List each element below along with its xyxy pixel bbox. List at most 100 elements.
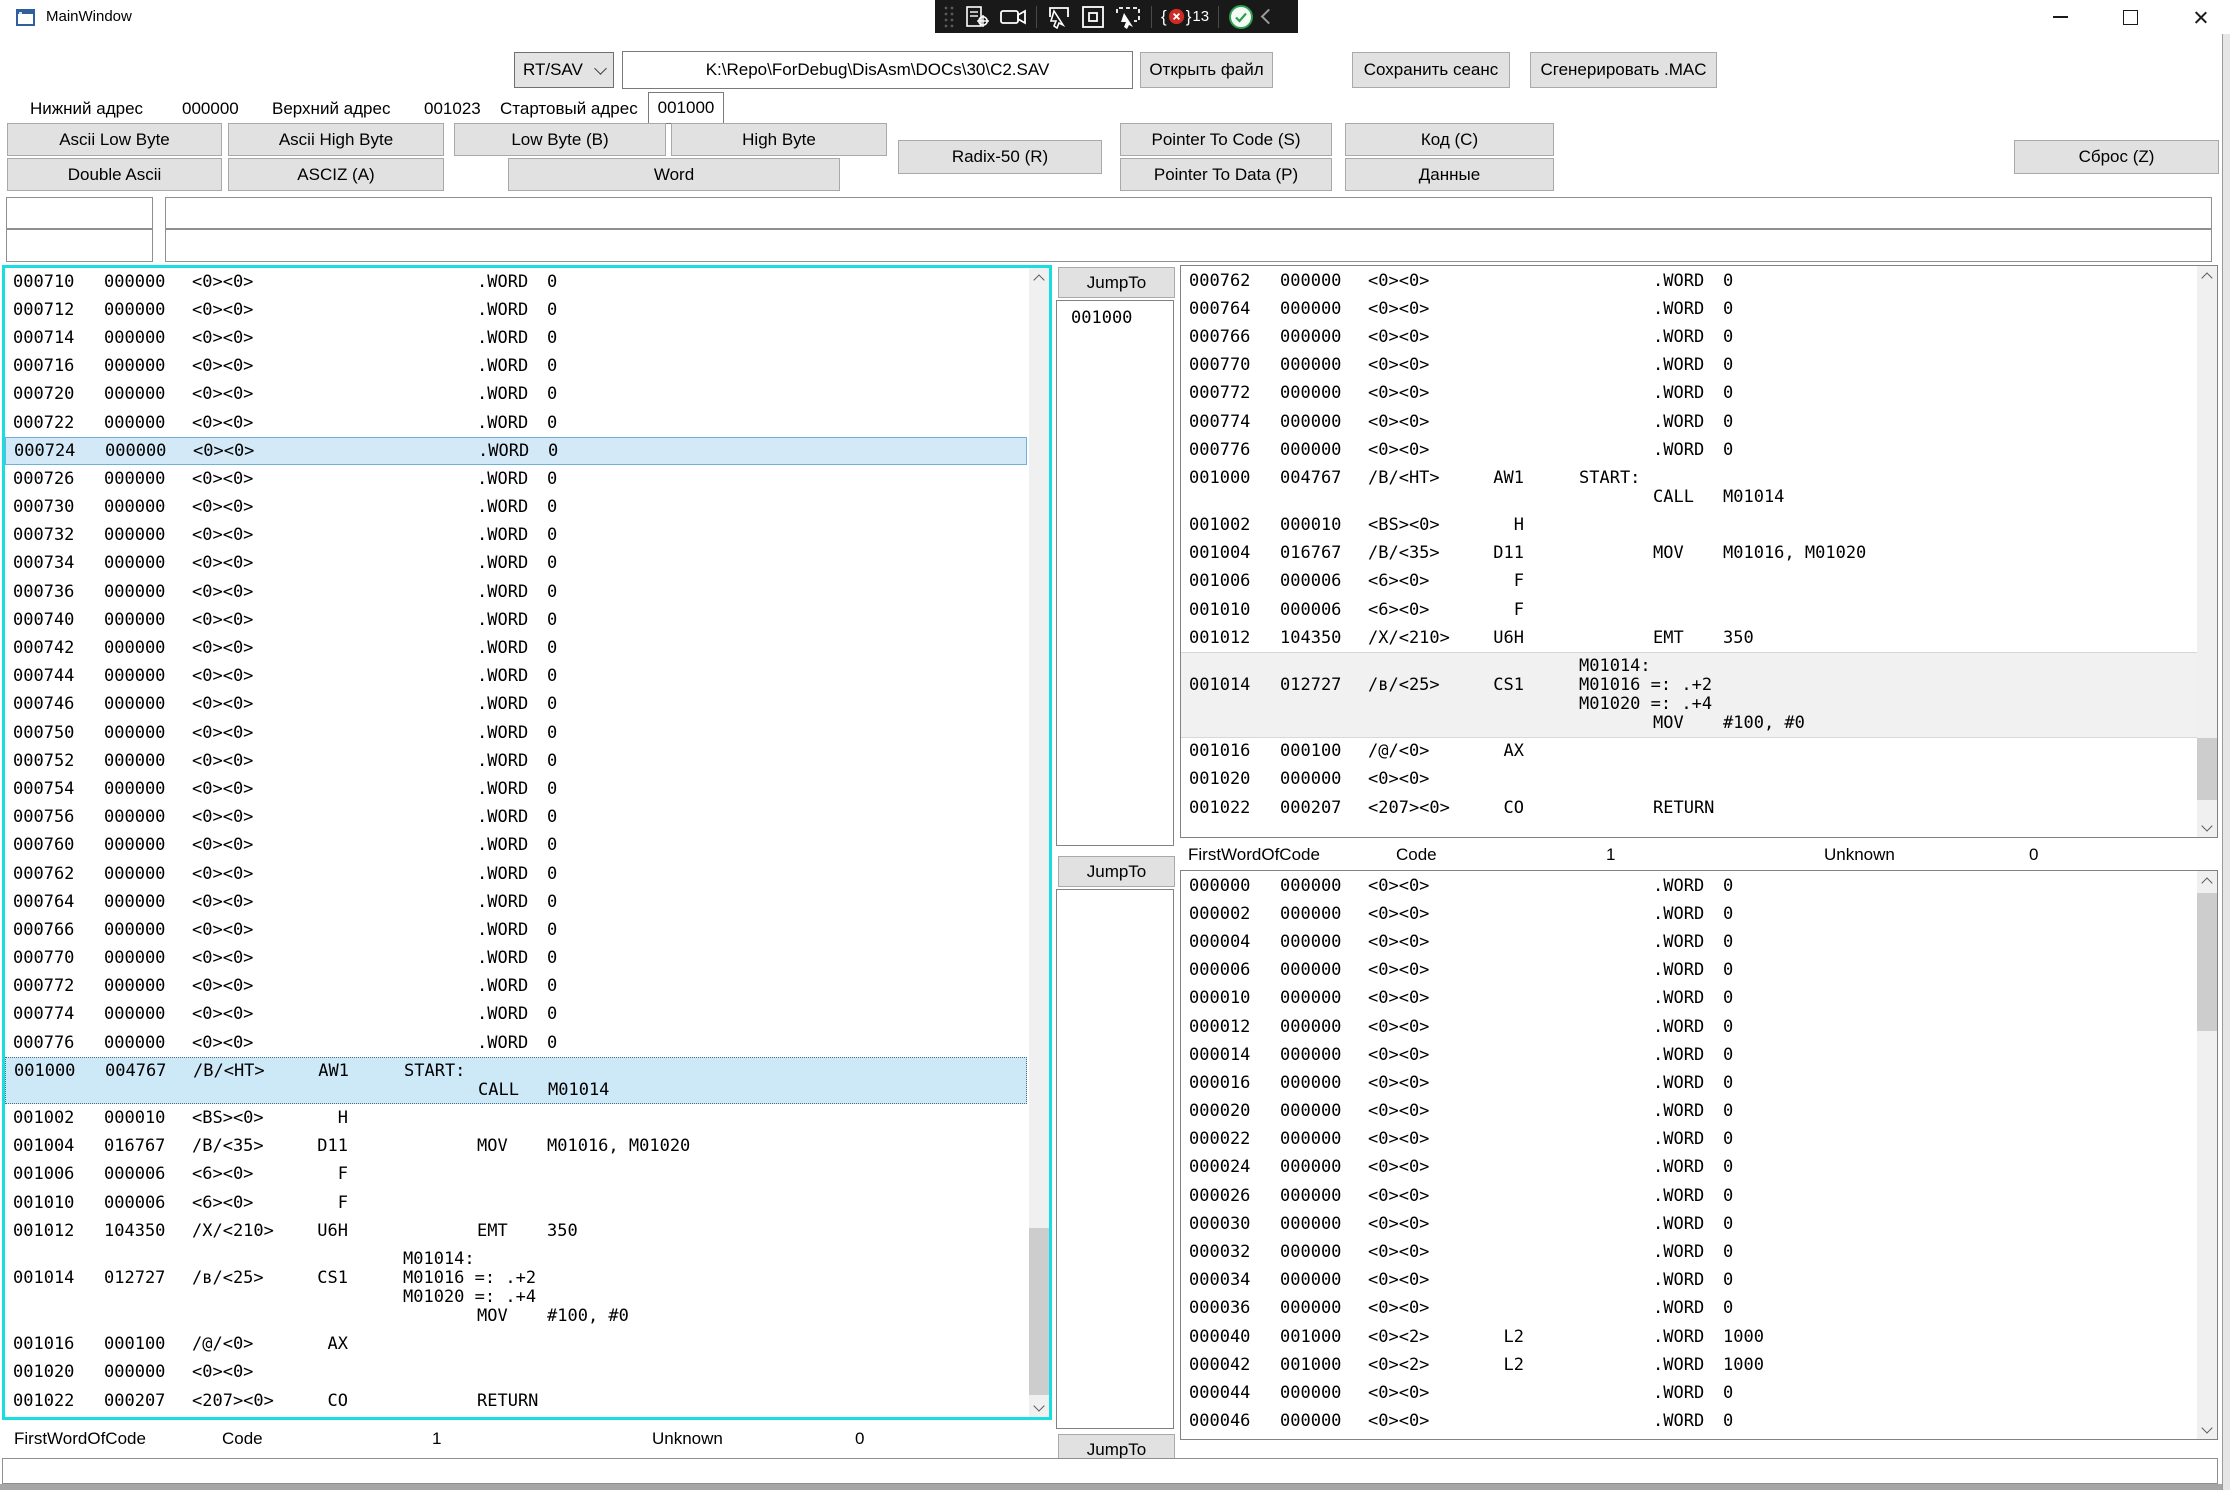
listing-row[interactable]: 001012104350/X/<210>U6HEMT350 <box>1181 624 2197 652</box>
video-camera-icon[interactable] <box>999 6 1027 28</box>
minimize-button[interactable] <box>2032 0 2088 34</box>
listing-row[interactable]: 000742000000<0><0>.WORD0 <box>5 634 1027 662</box>
scrollbar-thumb[interactable] <box>1029 1228 1049 1395</box>
listing-row[interactable]: 001016000100/@/<0>AX <box>1181 738 2197 766</box>
listing-row[interactable]: 000040001000<0><2>L2.WORD1000 <box>1181 1323 2197 1351</box>
listing-row[interactable]: 000776000000<0><0>.WORD0 <box>5 1029 1027 1057</box>
top-right-scrollbar[interactable] <box>2197 266 2217 837</box>
listing-row[interactable]: 000010000000<0><0>.WORD0 <box>1181 985 2197 1013</box>
listing-row[interactable]: 000726000000<0><0>.WORD0 <box>5 465 1027 493</box>
scroll-down-button[interactable] <box>2197 1419 2217 1439</box>
listing-row[interactable]: 000030000000<0><0>.WORD0 <box>1181 1210 2197 1238</box>
file-path-input[interactable] <box>622 51 1133 89</box>
listing-row[interactable]: 000772000000<0><0>.WORD0 <box>5 973 1027 1001</box>
low-byte-button[interactable]: Low Byte (B) <box>454 123 666 156</box>
collapse-toolbar-icon[interactable] <box>1261 9 1277 25</box>
listing-row[interactable]: 000046000000<0><0>.WORD0 <box>1181 1408 2197 1436</box>
listing-row[interactable]: 000776000000<0><0>.WORD0 <box>1181 436 2197 464</box>
ascii-low-byte-button[interactable]: Ascii Low Byte <box>7 123 222 156</box>
listing-row[interactable]: 000036000000<0><0>.WORD0 <box>1181 1295 2197 1323</box>
jumpto-list-2[interactable] <box>1056 889 1174 1429</box>
listing-row[interactable]: 000772000000<0><0>.WORD0 <box>1181 380 2197 408</box>
scrollbar-thumb[interactable] <box>2197 738 2217 800</box>
double-ascii-button[interactable]: Double Ascii <box>7 158 222 191</box>
listing-row[interactable]: 001004016767/B/<35>D11MOVM01016, M01020 <box>5 1133 1027 1161</box>
cursor-capture-icon[interactable] <box>1046 5 1072 29</box>
listing-row[interactable]: 000006000000<0><0>.WORD0 <box>1181 957 2197 985</box>
generate-mac-button[interactable]: Сгенерировать .MAC <box>1530 52 1717 88</box>
listing-row[interactable]: 000714000000<0><0>.WORD0 <box>5 324 1027 352</box>
listing-row[interactable]: 000014000000<0><0>.WORD0 <box>1181 1041 2197 1069</box>
start-address-input[interactable] <box>648 92 724 124</box>
listing-row[interactable]: 000026000000<0><0>.WORD0 <box>1181 1182 2197 1210</box>
listing-row[interactable]: 000744000000<0><0>.WORD0 <box>5 663 1027 691</box>
bottom-right-scrollbar[interactable] <box>2197 871 2217 1439</box>
listing-row[interactable]: 000762000000<0><0>.WORD0 <box>5 860 1027 888</box>
save-session-button[interactable]: Сохранить сеанс <box>1352 52 1510 88</box>
asciz-button[interactable]: ASCIZ (A) <box>228 158 444 191</box>
left-disassembly-listing[interactable]: 000710000000<0><0>.WORD0000712000000<0><… <box>5 268 1027 1417</box>
listing-row[interactable]: 000002000000<0><0>.WORD0 <box>1181 900 2197 928</box>
listing-row[interactable]: 000774000000<0><0>.WORD0 <box>5 1001 1027 1029</box>
listing-row[interactable]: 000774000000<0><0>.WORD0 <box>1181 408 2197 436</box>
listing-row[interactable]: 001000004767/B/<HT>AW1START:CALLM01014 <box>1181 464 2197 511</box>
listing-row[interactable]: 001006000006<6><0>F <box>5 1161 1027 1189</box>
listing-row[interactable]: 000760000000<0><0>.WORD0 <box>5 832 1027 860</box>
listing-row[interactable]: 000740000000<0><0>.WORD0 <box>5 606 1027 634</box>
pointer-to-code-button[interactable]: Pointer To Code (S) <box>1120 123 1332 156</box>
listing-row[interactable]: 001020000000<0><0> <box>5 1359 1027 1387</box>
listing-row[interactable]: 000020000000<0><0>.WORD0 <box>1181 1098 2197 1126</box>
listing-row[interactable]: 000762000000<0><0>.WORD0 <box>1181 267 2197 295</box>
listing-row[interactable]: 001022000207<207><0>CORETURN <box>1181 794 2197 822</box>
listing-row[interactable]: 000764000000<0><0>.WORD0 <box>5 888 1027 916</box>
high-byte-button[interactable]: High Byte <box>671 123 887 156</box>
listing-row[interactable]: 000770000000<0><0>.WORD0 <box>5 945 1027 973</box>
word-button[interactable]: Word <box>508 158 840 191</box>
ascii-high-byte-button[interactable]: Ascii High Byte <box>228 123 444 156</box>
listing-row[interactable]: 000730000000<0><0>.WORD0 <box>5 494 1027 522</box>
listing-row[interactable]: 000032000000<0><0>.WORD0 <box>1181 1238 2197 1266</box>
scrollbar-thumb[interactable] <box>2197 893 2217 1031</box>
scroll-down-button[interactable] <box>2197 817 2217 837</box>
listing-row[interactable]: 000732000000<0><0>.WORD0 <box>5 522 1027 550</box>
listing-row[interactable]: 000004000000<0><0>.WORD0 <box>1181 928 2197 956</box>
listing-row[interactable]: 001010000006<6><0>F <box>5 1189 1027 1217</box>
pointer-to-data-button[interactable]: Pointer To Data (P) <box>1120 158 1332 191</box>
listing-row[interactable]: 000044000000<0><0>.WORD0 <box>1181 1379 2197 1407</box>
listing-row[interactable]: 000710000000<0><0>.WORD0 <box>5 268 1027 296</box>
listing-row[interactable]: 000012000000<0><0>.WORD0 <box>1181 1013 2197 1041</box>
listing-row[interactable]: 000734000000<0><0>.WORD0 <box>5 550 1027 578</box>
scroll-up-button[interactable] <box>2197 266 2217 286</box>
errors-badge[interactable]: { } 13 <box>1161 7 1209 27</box>
listing-row[interactable]: 000000000000<0><0>.WORD0 <box>1181 872 2197 900</box>
confirm-check-icon[interactable] <box>1228 4 1254 30</box>
inspect-document-icon[interactable] <box>964 5 990 29</box>
data-button[interactable]: Данные <box>1345 158 1554 191</box>
listing-row[interactable]: 000754000000<0><0>.WORD0 <box>5 775 1027 803</box>
listing-row[interactable]: 000042001000<0><2>L2.WORD1000 <box>1181 1351 2197 1379</box>
open-file-button[interactable]: Открыть файл <box>1140 52 1273 88</box>
jumpto-list-1[interactable]: 001000 <box>1056 300 1174 846</box>
listing-row[interactable]: 001020000000<0><0> <box>1181 766 2197 794</box>
listing-row[interactable]: M01014:001014012727/в/<25>CS1M01016 =: .… <box>1181 652 2197 737</box>
left-panel-scrollbar[interactable] <box>1029 268 1049 1417</box>
scroll-up-button[interactable] <box>2197 871 2217 891</box>
listing-row[interactable]: 001002000010<BS><0>H <box>5 1104 1027 1132</box>
listing-row[interactable]: 000750000000<0><0>.WORD0 <box>5 719 1027 747</box>
listing-row[interactable]: 000756000000<0><0>.WORD0 <box>5 804 1027 832</box>
listing-row[interactable]: 000722000000<0><0>.WORD0 <box>5 409 1027 437</box>
listing-row[interactable]: M01014:001014012727/в/<25>CS1M01016 =: .… <box>5 1245 1027 1330</box>
maximize-button[interactable] <box>2102 0 2158 34</box>
listing-row[interactable]: 000716000000<0><0>.WORD0 <box>5 353 1027 381</box>
code-button[interactable]: Код (C) <box>1345 123 1554 156</box>
jumpto-button-1[interactable]: JumpTo <box>1058 267 1175 298</box>
listing-row[interactable]: 000766000000<0><0>.WORD0 <box>5 916 1027 944</box>
region-capture-icon[interactable] <box>1081 5 1105 29</box>
radix50-button[interactable]: Radix-50 (R) <box>898 140 1102 174</box>
listing-row[interactable]: 000736000000<0><0>.WORD0 <box>5 578 1027 606</box>
listing-row[interactable]: 000720000000<0><0>.WORD0 <box>5 381 1027 409</box>
listing-row[interactable]: 000712000000<0><0>.WORD0 <box>5 296 1027 324</box>
listing-row[interactable]: 001016000100/@/<0>AX <box>5 1331 1027 1359</box>
listing-row[interactable]: 001002000010<BS><0>H <box>1181 512 2197 540</box>
listing-row[interactable]: 000746000000<0><0>.WORD0 <box>5 691 1027 719</box>
